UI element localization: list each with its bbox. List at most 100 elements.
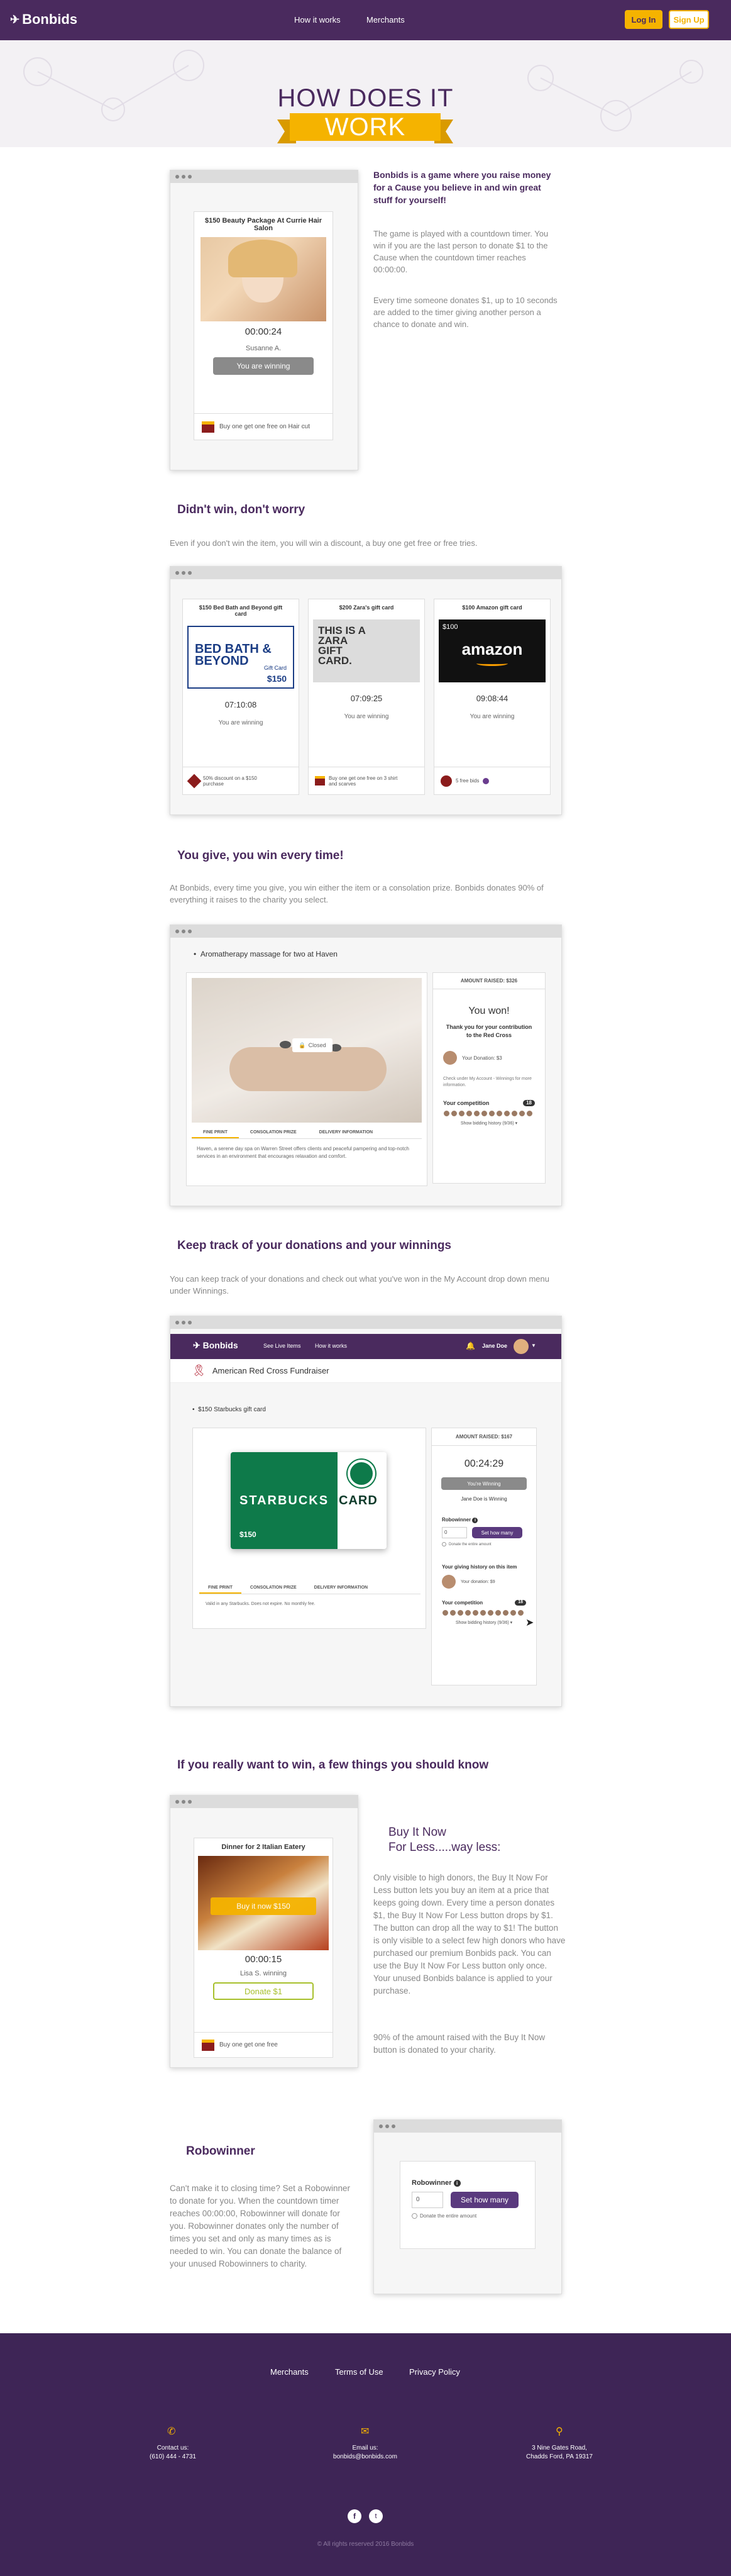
status-button[interactable]: You are winning <box>213 357 314 375</box>
app-navbar: ✈ Bonbids See Live Items How it works 🔔 … <box>170 1334 561 1359</box>
auction-card-amazon[interactable]: $100 Amazon gift card $100 amazon 09:08:… <box>434 599 551 795</box>
item-title: $200 Zara's gift card <box>339 604 394 611</box>
countdown-timer: 07:10:08 <box>224 700 257 709</box>
countdown-timer: 00:24:29 <box>464 1458 504 1469</box>
detail-tabs: FINE PRINT CONSOLATION PRIZE DELIVERY IN… <box>199 1583 420 1594</box>
track-paragraph: You can keep track of your donations and… <box>170 1274 549 1296</box>
competition-count: 18 <box>515 1600 526 1606</box>
twitter-icon[interactable]: t <box>369 2509 383 2523</box>
winning-button[interactable]: You're Winning <box>441 1477 527 1490</box>
facebook-icon[interactable]: f <box>348 2509 361 2523</box>
window-titlebar <box>170 1316 561 1329</box>
footer-link-terms[interactable]: Terms of Use <box>335 2367 383 2377</box>
won-heading: You won! <box>468 1006 510 1016</box>
robowinner-label: Robowinner i <box>412 2179 535 2187</box>
intro-paragraph-2: Every time someone donates $1, up to 10 … <box>373 296 558 329</box>
donate-all-radio[interactable] <box>412 2213 417 2219</box>
you-give-paragraph: At Bonbids, every time you give, you win… <box>170 883 544 904</box>
zara-gift-card-image: THIS IS A ZARA GIFT CARD. <box>313 619 420 682</box>
footer-link-merchants[interactable]: Merchants <box>270 2367 309 2377</box>
contact-phone: Contact us: (610) 444 - 4731 <box>150 2445 196 2460</box>
item-title: $150 Beauty Package At Currie Hair Salon <box>204 217 322 232</box>
amount-raised: AMOUNT RAISED: $326 <box>433 973 545 989</box>
tab-consolation-prize[interactable]: CONSOLATION PRIZE <box>239 1128 308 1138</box>
window-titlebar <box>170 925 561 938</box>
set-how-many-button[interactable]: Set how many <box>472 1527 522 1538</box>
gift-icon <box>202 2039 214 2051</box>
tab-fine-print[interactable]: FINE PRINT <box>199 1583 241 1594</box>
app-nav-live-items[interactable]: See Live Items <box>263 1343 301 1349</box>
amount-raised: AMOUNT RAISED: $167 <box>432 1428 536 1446</box>
login-button[interactable]: Log In <box>625 10 662 29</box>
auction-card[interactable]: Dinner for 2 Italian Eatery Buy it now $… <box>194 1838 333 2058</box>
window-titlebar <box>170 170 358 183</box>
bidding-history-link[interactable]: Show bidding history (9/36) ▾ <box>433 1121 545 1126</box>
bell-icon[interactable]: 🔔 <box>466 1341 475 1350</box>
consolation-offer: Buy one get one free <box>219 2041 278 2048</box>
food-image: Buy it now $150 <box>198 1856 329 1950</box>
fundraiser-header: 🎗 American Red Cross Fundraiser <box>170 1359 561 1383</box>
info-icon: i <box>453 2180 461 2187</box>
amazon-gift-card-image: $100 amazon <box>439 619 546 682</box>
item-image <box>201 237 326 321</box>
robowinner-paragraph: Can't make it to closing time? Set a Rob… <box>170 2184 350 2268</box>
user-avatar <box>443 1051 457 1065</box>
bird-logo-icon: ✈ <box>10 13 20 26</box>
buy-it-now-note: 90% of the amount raised with the Buy It… <box>373 2033 546 2055</box>
top-navbar: ✈ Bonbids How it works Merchants Log In … <box>0 0 731 40</box>
email-icon: ✉ <box>361 2426 370 2437</box>
winner-name: Lisa S. winning <box>240 1970 287 1977</box>
donate-button[interactable]: Donate $1 <box>213 1982 314 2000</box>
footer-link-privacy[interactable]: Privacy Policy <box>409 2367 460 2377</box>
user-avatar <box>442 1575 456 1589</box>
buy-it-now-title: Buy It Now For Less.....way less: <box>388 1826 501 1854</box>
free-bids-icon <box>441 775 452 787</box>
tab-fine-print[interactable]: FINE PRINT <box>192 1128 239 1138</box>
set-how-many-button[interactable]: Set how many <box>451 2192 519 2208</box>
bbb-gift-card-image: BED BATH & BEYOND Gift Card $150 <box>187 626 294 689</box>
buy-it-now-paragraph: Only visible to high donors, the Buy It … <box>373 1873 566 1996</box>
auction-card[interactable]: $150 Beauty Package At Currie Hair Salon… <box>194 211 333 440</box>
section-heading-didnt-win: Didn't win, don't worry <box>177 503 305 516</box>
item-description: Haven, a serene day spa on Warren Street… <box>197 1146 409 1159</box>
massage-image: 🔒 Closed <box>192 978 422 1123</box>
gift-icon <box>202 421 214 433</box>
robowinner-quantity-input[interactable]: 0 <box>412 2192 443 2208</box>
auction-card-bbb[interactable]: $150 Bed Bath and Beyond gift card BED B… <box>182 599 299 795</box>
app-nav-how-it-works[interactable]: How it works <box>315 1343 347 1349</box>
bonbids-logo[interactable]: ✈ Bonbids <box>10 11 77 28</box>
intro-paragraph-1: The game is played with a countdown time… <box>373 229 549 274</box>
didnt-win-paragraph: Even if you don't win the item, you will… <box>170 538 478 548</box>
tab-consolation-prize[interactable]: CONSOLATION PRIZE <box>241 1583 305 1594</box>
auction-card-zara[interactable]: $200 Zara's gift card THIS IS A ZARA GIF… <box>308 599 425 795</box>
nav-merchants[interactable]: Merchants <box>366 15 405 25</box>
countdown-timer: 00:00:24 <box>245 326 282 337</box>
tab-delivery-information[interactable]: DELIVERY INFORMATION <box>305 1583 376 1594</box>
window-titlebar <box>170 567 561 579</box>
donate-all-radio[interactable] <box>442 1542 446 1546</box>
item-detail-panel: STARBUCKS CARD $150 FINE PRINT CONSOLATI… <box>192 1428 426 1629</box>
nav-how-it-works[interactable]: How it works <box>294 15 341 25</box>
user-avatar[interactable] <box>514 1339 529 1354</box>
mouse-cursor-icon: ➤ <box>525 1618 534 1628</box>
item-detail-panel: 🔒 Closed FINE PRINT CONSOLATION PRIZE DEL… <box>186 972 427 1186</box>
bidding-history-link[interactable]: Show bidding history (9/36) ▾ <box>432 1620 536 1625</box>
app-logo[interactable]: ✈ Bonbids <box>193 1340 238 1351</box>
buy-now-button[interactable]: Buy it now $150 <box>211 1897 316 1915</box>
tab-delivery-information[interactable]: DELIVERY INFORMATION <box>308 1128 384 1138</box>
user-name[interactable]: Jane Doe <box>482 1343 507 1349</box>
check-winnings-text: Check under My Account - Winnings for mo… <box>443 1077 532 1087</box>
discount-tag-icon <box>187 774 202 788</box>
chevron-down-icon[interactable]: ▼ <box>531 1343 536 1348</box>
robowinner-quantity-input[interactable]: 0 <box>442 1527 467 1538</box>
status-text: You are winning <box>344 713 389 720</box>
competition-label: Your competition <box>442 1600 483 1606</box>
bid-coin-icon <box>483 777 490 784</box>
signup-button[interactable]: Sign Up <box>669 10 709 29</box>
window-titlebar <box>374 2120 561 2133</box>
detail-tabs: FINE PRINT CONSOLATION PRIZE DELIVERY IN… <box>192 1128 422 1139</box>
page-title: HOW DOES IT <box>277 84 454 112</box>
donation-amount: Your donation: $9 <box>461 1579 495 1584</box>
lock-icon: 🔒 <box>299 1041 306 1048</box>
window-titlebar <box>170 1796 358 1808</box>
